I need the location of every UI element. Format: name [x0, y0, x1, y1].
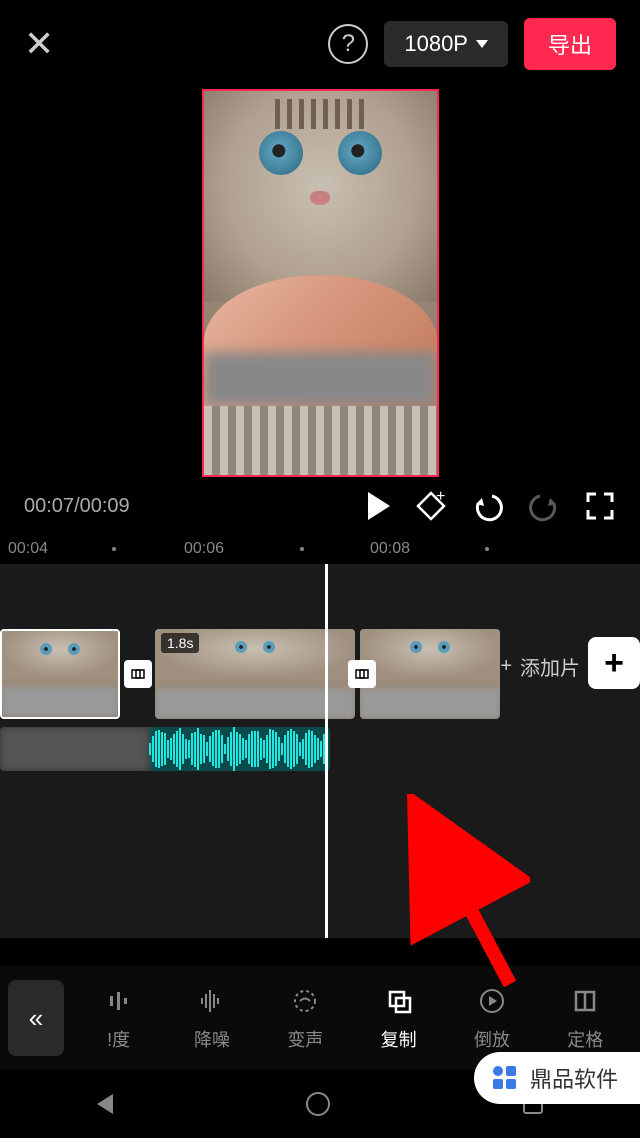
nav-home[interactable] — [306, 1092, 330, 1116]
tool-speed[interactable]: !度 — [72, 984, 165, 1052]
voice-icon — [288, 984, 322, 1018]
add-clip-button[interactable]: + — [588, 637, 640, 689]
time-ruler[interactable]: 00:04 00:06 00:08 — [0, 534, 640, 564]
tool-freeze[interactable]: 定格 — [539, 984, 632, 1052]
waveform — [149, 727, 331, 771]
transition-1[interactable] — [124, 660, 152, 688]
duration-badge: 1.8s — [161, 633, 199, 653]
tool-reverse[interactable]: 倒放 — [445, 984, 538, 1052]
playhead[interactable] — [325, 564, 328, 938]
watermark-logo — [488, 1061, 522, 1095]
fullscreen-button[interactable] — [584, 490, 616, 522]
add-clip-label: + 添加片 — [500, 652, 580, 681]
collapse-button[interactable]: « — [8, 980, 64, 1056]
resolution-label: 1080P — [404, 31, 468, 57]
audio-track[interactable] — [0, 727, 330, 771]
timeline[interactable]: 1.8s + 添加片 + — [0, 564, 640, 938]
timecode: 00:07/00:09 — [24, 495, 130, 518]
speed-icon — [102, 984, 136, 1018]
nav-back[interactable] — [97, 1094, 113, 1114]
watermark: 鼎品软件 — [474, 1052, 640, 1104]
tool-copy[interactable]: 复制 — [352, 984, 445, 1052]
clip-1[interactable] — [0, 629, 120, 719]
freeze-icon — [568, 984, 602, 1018]
close-button[interactable]: ✕ — [24, 23, 54, 65]
chevron-down-icon — [476, 40, 488, 48]
tool-noise[interactable]: 降噪 — [165, 984, 258, 1052]
video-preview[interactable] — [0, 88, 640, 478]
annotation-arrow — [380, 794, 530, 994]
undo-button[interactable] — [472, 490, 504, 522]
resolution-dropdown[interactable]: 1080P — [384, 21, 508, 67]
svg-text:+: + — [436, 489, 445, 505]
play-button[interactable] — [368, 492, 390, 520]
tool-voice[interactable]: 变声 — [259, 984, 352, 1052]
keyframe-button[interactable]: + — [414, 489, 448, 523]
help-button[interactable]: ? — [328, 24, 368, 64]
noise-icon — [195, 984, 229, 1018]
clip-3[interactable] — [360, 629, 500, 719]
transition-2[interactable] — [348, 660, 376, 688]
redo-button[interactable] — [528, 490, 560, 522]
export-button[interactable]: 导出 — [524, 18, 616, 70]
